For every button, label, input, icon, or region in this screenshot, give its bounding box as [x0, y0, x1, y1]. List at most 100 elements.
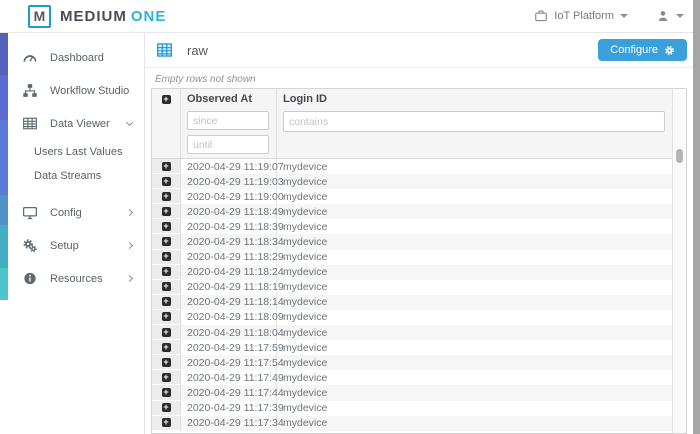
sidebar-item-config[interactable]: Config — [8, 196, 144, 229]
plus-icon: + — [162, 267, 171, 276]
configure-label: Configure — [610, 44, 658, 56]
page-scrollbar-thumb[interactable] — [693, 0, 700, 434]
observed-at-column-header: Observed At — [181, 89, 277, 158]
brand-logo[interactable]: M MEDIUMONE — [28, 5, 166, 28]
until-filter-input[interactable] — [187, 135, 269, 154]
sidebar-item-users-last-values[interactable]: Users Last Values — [8, 140, 144, 164]
table-row: + 2020-04-29 11:18:34 mydevice — [152, 234, 672, 249]
expand-row-button[interactable]: + — [152, 204, 181, 219]
plus-icon: + — [162, 328, 171, 337]
sidebar-item-data-streams[interactable]: Data Streams — [8, 164, 144, 188]
sidebar-nav: Dashboard Workflow Studio — [8, 33, 144, 295]
table-row: + 2020-04-29 11:17:44 mydevice — [152, 385, 672, 400]
row-observed-at: 2020-04-29 11:18:04 — [181, 325, 277, 340]
sidebar-item-data-viewer[interactable]: Data Viewer — [8, 107, 144, 140]
plus-icon: + — [162, 282, 171, 291]
expand-row-button[interactable]: + — [152, 340, 181, 355]
expand-row-button[interactable]: + — [152, 370, 181, 385]
table-row: + 2020-04-29 11:18:09 mydevice — [152, 310, 672, 325]
plus-icon: + — [162, 373, 171, 382]
expand-row-button[interactable]: + — [152, 401, 181, 416]
dashboard-icon — [22, 50, 38, 65]
sidebar-item-label: Workflow Studio — [50, 85, 129, 97]
table-scrollbar-thumb[interactable] — [676, 149, 683, 163]
expand-row-button[interactable]: + — [152, 310, 181, 325]
expand-row-button[interactable]: + — [152, 159, 181, 174]
info-icon — [22, 271, 38, 286]
expand-row-button[interactable]: + — [152, 280, 181, 295]
briefcase-icon — [534, 9, 548, 23]
plus-icon: + — [162, 207, 171, 216]
table-row: + 2020-04-29 11:17:59 mydevice — [152, 340, 672, 355]
column-label-login-id: Login ID — [283, 93, 666, 105]
empty-rows-note: Empty rows not shown — [155, 74, 256, 85]
plus-icon: + — [162, 297, 171, 306]
row-observed-at: 2020-04-29 11:18:14 — [181, 295, 277, 310]
since-filter-input[interactable] — [187, 111, 269, 130]
plus-icon: + — [162, 95, 171, 104]
column-label-observed-at: Observed At — [187, 93, 274, 105]
expand-row-button[interactable]: + — [152, 174, 181, 189]
table-header: + Observed At Login ID — [152, 89, 672, 159]
expand-row-button[interactable]: + — [152, 250, 181, 265]
page-scrollbar[interactable] — [693, 0, 700, 434]
row-observed-at: 2020-04-29 11:18:34 — [181, 234, 277, 249]
sidebar-item-setup[interactable]: Setup — [8, 229, 144, 262]
row-observed-at: 2020-04-29 11:19:00 — [181, 189, 277, 204]
expand-row-button[interactable]: + — [152, 189, 181, 204]
row-login-id: mydevice — [277, 176, 672, 188]
expand-row-button[interactable]: + — [152, 355, 181, 370]
caret-down-icon — [620, 14, 628, 18]
row-login-id: mydevice — [277, 417, 672, 429]
table-row: + 2020-04-29 11:17:34 mydevice — [152, 416, 672, 431]
expand-row-button[interactable]: + — [152, 219, 181, 234]
table-row: + 2020-04-29 11:19:07 mydevice — [152, 159, 672, 174]
sidebar-item-label: Setup — [50, 240, 79, 252]
sidebar-item-resources[interactable]: Resources — [8, 262, 144, 295]
row-observed-at: 2020-04-29 11:18:24 — [181, 265, 277, 280]
sidebar-item-dashboard[interactable]: Dashboard — [8, 41, 144, 74]
main-content: raw Configure Empty rows not shown + Obs… — [146, 33, 693, 434]
plus-icon: + — [162, 192, 171, 201]
brand-name: MEDIUMONE — [60, 8, 166, 25]
chevron-down-icon — [126, 118, 133, 125]
sidebar-item-workflow-studio[interactable]: Workflow Studio — [8, 74, 144, 107]
row-login-id: mydevice — [277, 281, 672, 293]
expand-row-button[interactable]: + — [152, 265, 181, 280]
expand-all-button[interactable]: + — [152, 89, 181, 158]
row-login-id: mydevice — [277, 191, 672, 203]
user-menu[interactable] — [656, 9, 684, 23]
configure-button[interactable]: Configure — [598, 39, 687, 61]
table-row: + 2020-04-29 11:18:14 mydevice — [152, 295, 672, 310]
chevron-right-icon — [126, 275, 133, 282]
sidebar-item-label: Config — [50, 207, 82, 219]
page-title: raw — [187, 43, 208, 58]
row-observed-at: 2020-04-29 11:18:19 — [181, 280, 277, 295]
plus-icon: + — [162, 403, 171, 412]
workspace-switcher[interactable]: IoT Platform — [534, 9, 628, 23]
row-login-id: mydevice — [277, 387, 672, 399]
table-grid-icon — [156, 42, 173, 58]
row-login-id: mydevice — [277, 161, 672, 173]
plus-icon: + — [162, 418, 171, 427]
chevron-right-icon — [126, 209, 133, 216]
panel-header: raw Configure — [146, 33, 693, 68]
row-login-id: mydevice — [277, 296, 672, 308]
row-login-id: mydevice — [277, 221, 672, 233]
expand-row-button[interactable]: + — [152, 234, 181, 249]
row-observed-at: 2020-04-29 11:17:39 — [181, 401, 277, 416]
page: M MEDIUMONE IoT Platform — [0, 0, 700, 434]
row-login-id: mydevice — [277, 372, 672, 384]
workflow-icon — [22, 83, 38, 98]
expand-row-button[interactable]: + — [152, 416, 181, 431]
contains-filter-input[interactable] — [283, 111, 665, 132]
login-id-column-header: Login ID — [277, 89, 672, 158]
expand-row-button[interactable]: + — [152, 295, 181, 310]
table-scrollbar[interactable] — [672, 89, 686, 433]
expand-row-button[interactable]: + — [152, 325, 181, 340]
row-observed-at: 2020-04-29 11:18:09 — [181, 310, 277, 325]
row-login-id: mydevice — [277, 251, 672, 263]
row-observed-at: 2020-04-29 11:18:29 — [181, 250, 277, 265]
table-row: + 2020-04-29 11:17:39 mydevice — [152, 401, 672, 416]
expand-row-button[interactable]: + — [152, 385, 181, 400]
